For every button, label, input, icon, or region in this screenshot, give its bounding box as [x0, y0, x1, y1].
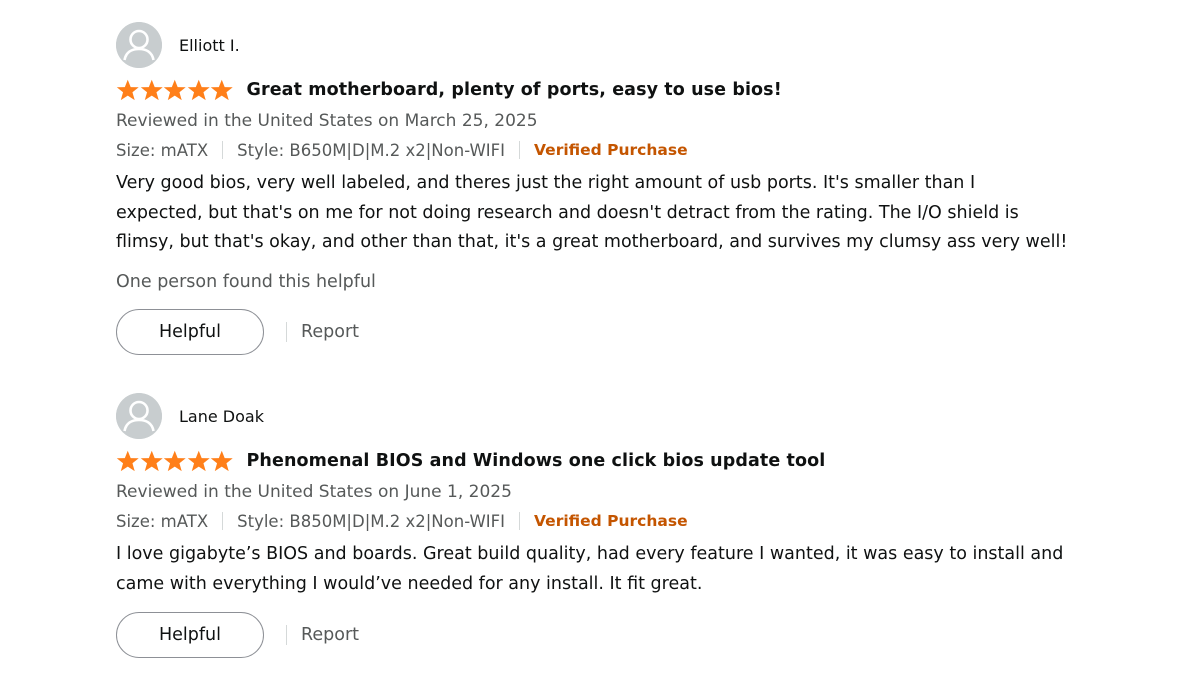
review-body-line: came with everything I would’ve needed f…	[116, 573, 703, 594]
helpful-button[interactable]: Helpful	[116, 612, 264, 658]
default-avatar-icon	[116, 393, 162, 439]
review-title-row: Great motherboard, plenty of ports, easy…	[116, 77, 1176, 103]
star-icon	[163, 79, 186, 101]
style-label[interactable]: Style: B850M|D|M.2 x2|Non-WIFI	[237, 512, 505, 531]
star-icon	[187, 79, 210, 101]
star-icon	[116, 79, 139, 101]
review-body-line: flimsy, but that's okay, and other than …	[116, 232, 1068, 252]
review-body-line: Very good bios, very well labeled, and t…	[116, 173, 976, 193]
helpful-button[interactable]: Helpful	[116, 308, 264, 355]
review-body: Very good bios, very well labeled, and t…	[116, 169, 1126, 258]
review-format-row: Size: mATX Style: B850M|D|M.2 x2|Non-WIF…	[116, 508, 1176, 534]
star-icon	[116, 450, 139, 472]
divider	[519, 512, 521, 530]
report-link[interactable]: Report	[301, 322, 359, 342]
review-format-row: Size: mATX Style: B650M|D|M.2 x2|Non-WIF…	[116, 137, 1176, 163]
star-rating[interactable]	[116, 79, 234, 101]
review-title[interactable]: Great motherboard, plenty of ports, easy…	[247, 80, 782, 100]
review-body-line: I love gigabyte’s BIOS and boards. Great…	[116, 544, 1064, 564]
helpful-count: One person found this helpful	[116, 271, 376, 292]
reviewer-profile[interactable]: Elliott I.	[116, 22, 1176, 68]
review-body: I love gigabyte’s BIOS and boards. Great…	[116, 540, 1126, 599]
review-date: Reviewed in the United States on June 1,…	[116, 482, 512, 502]
star-icon	[210, 79, 233, 101]
star-icon	[140, 79, 163, 101]
style-label[interactable]: Style: B650M|D|M.2 x2|Non-WIFI	[237, 141, 505, 160]
star-icon	[140, 450, 163, 472]
verified-purchase-badge[interactable]: Verified Purchase	[534, 512, 688, 530]
reviewer-profile[interactable]: Lane Doak	[116, 393, 1176, 439]
divider	[286, 625, 287, 645]
report-link[interactable]: Report	[301, 625, 359, 645]
review-card: Elliott I. Great motherboard, plenty of …	[116, 22, 1176, 355]
review-title-row: Phenomenal BIOS and Windows one click bi…	[116, 448, 1176, 474]
size-label: Size: mATX	[116, 140, 209, 160]
avatar	[116, 22, 162, 68]
verified-purchase-badge[interactable]: Verified Purchase	[534, 141, 688, 159]
review-card: Lane Doak Phenomenal BIOS and Windows on…	[116, 393, 1176, 658]
divider	[519, 141, 521, 159]
review-body-line: expected, but that's on me for not doing…	[116, 202, 1019, 223]
star-icon	[210, 450, 233, 472]
divider	[286, 321, 287, 342]
star-rating[interactable]	[116, 450, 234, 472]
star-icon	[163, 450, 186, 472]
star-icon	[187, 450, 210, 472]
reviewer-name[interactable]: Lane Doak	[179, 407, 264, 426]
avatar	[116, 393, 162, 439]
review-actions: Helpful Report	[116, 612, 1176, 658]
divider	[222, 141, 224, 159]
review-actions: Helpful Report	[116, 308, 1176, 355]
review-date: Reviewed in the United States on March 2…	[116, 111, 538, 131]
reviewer-name[interactable]: Elliott I.	[179, 36, 240, 55]
review-title[interactable]: Phenomenal BIOS and Windows one click bi…	[247, 451, 826, 471]
default-avatar-icon	[116, 22, 162, 68]
divider	[222, 512, 224, 530]
size-label: Size: mATX	[116, 511, 209, 531]
